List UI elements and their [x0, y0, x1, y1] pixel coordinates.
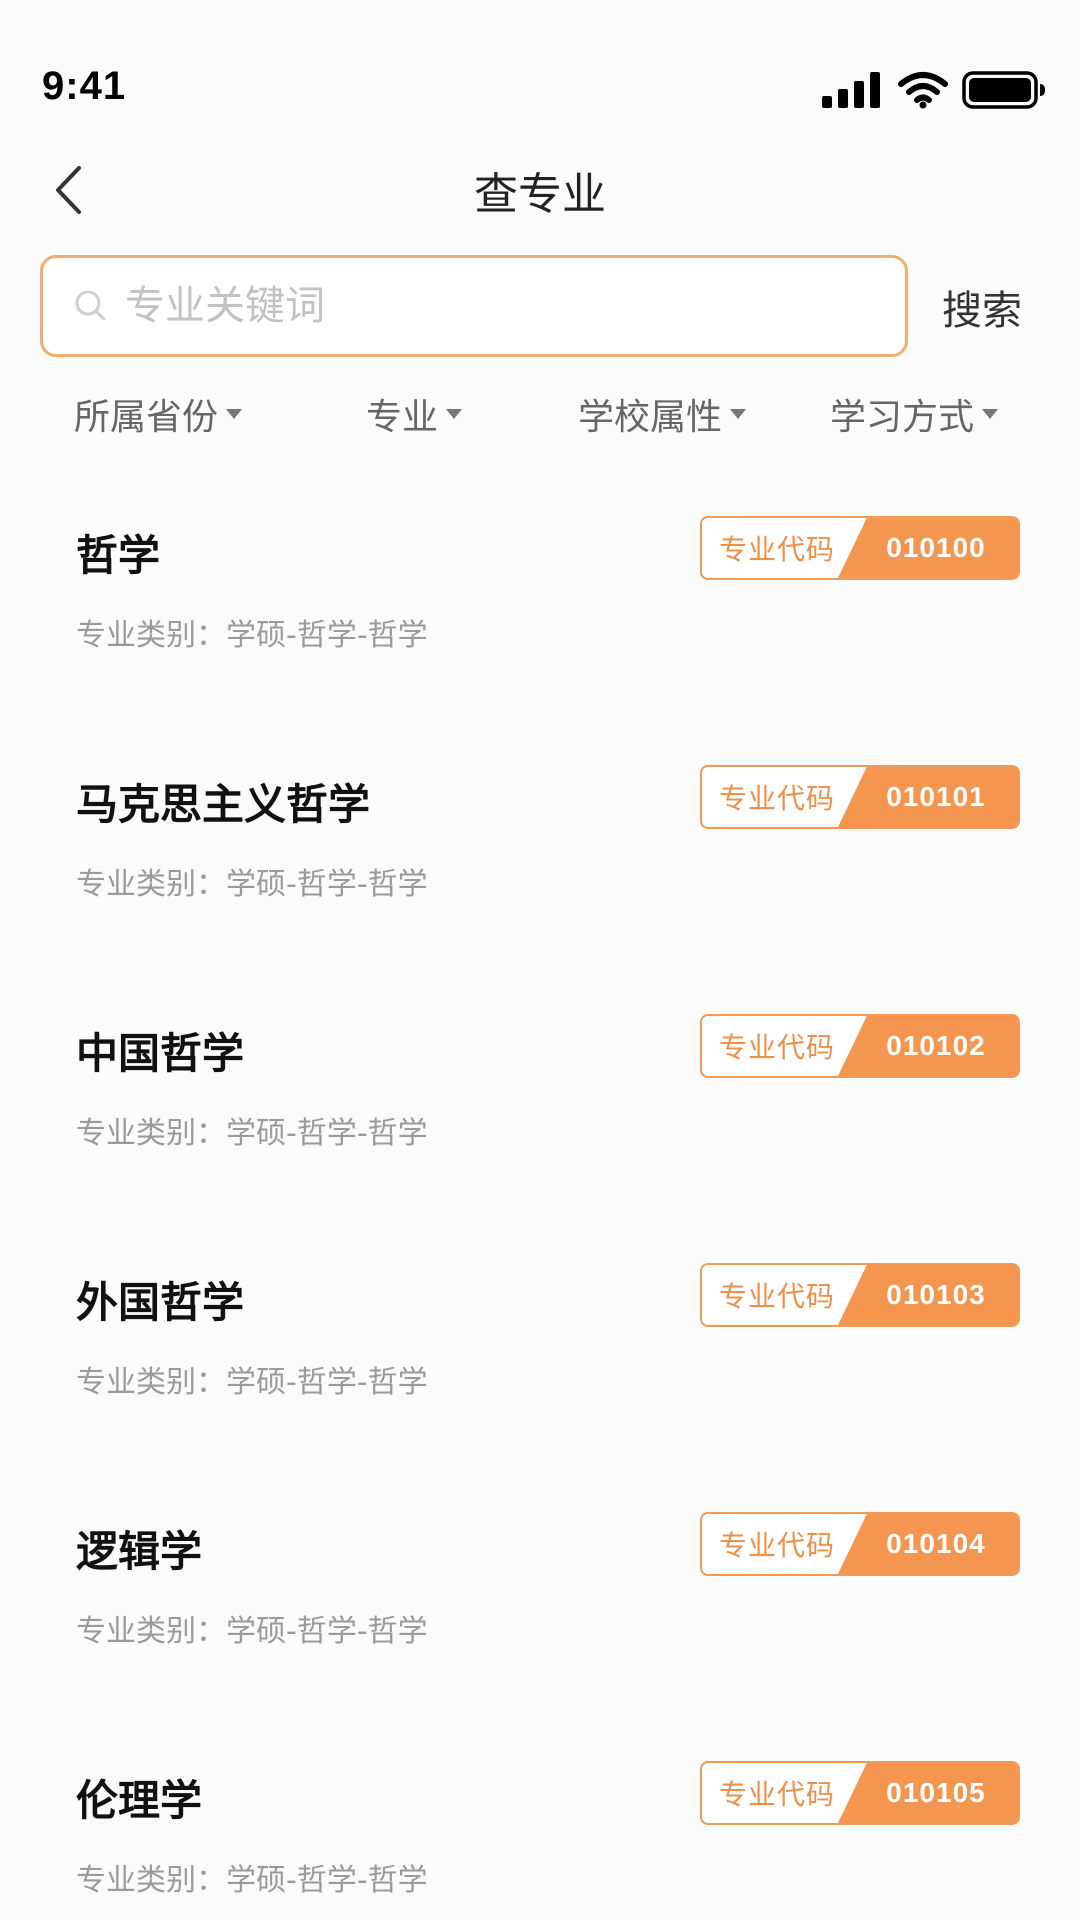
- list-item[interactable]: 逻辑学 专业代码 010104 专业类别：学硕-哲学-哲学: [0, 1496, 1080, 1745]
- code-value: 010103: [886, 1279, 986, 1310]
- code-badge: 专业代码 010101: [700, 765, 1020, 829]
- major-category: 专业类别：学硕-哲学-哲学: [76, 1116, 428, 1151]
- major-name: 哲学: [76, 531, 161, 580]
- cellular-signal-icon: [822, 72, 880, 108]
- major-name: 外国哲学: [76, 1278, 245, 1327]
- code-label: 专业代码: [718, 1529, 835, 1562]
- status-time: 9:41: [42, 64, 127, 108]
- list-item[interactable]: 伦理学 专业代码 010105 专业类别：学硕-哲学-哲学: [0, 1745, 1080, 1920]
- filter-study-mode[interactable]: 学习方式: [830, 388, 999, 440]
- code-label: 专业代码: [718, 1031, 835, 1064]
- list-item[interactable]: 中国哲学 专业代码 010102 专业类别：学硕-哲学-哲学: [0, 998, 1080, 1247]
- major-name: 中国哲学: [76, 1029, 245, 1078]
- code-badge: 专业代码 010105: [700, 1761, 1020, 1825]
- code-label: 专业代码: [718, 1280, 835, 1313]
- search-icon: [73, 288, 109, 324]
- major-category: 专业类别：学硕-哲学-哲学: [76, 1365, 428, 1400]
- code-label: 专业代码: [718, 782, 835, 815]
- status-bar: 9:41: [0, 0, 1080, 120]
- wifi-icon: [898, 72, 948, 109]
- major-name: 伦理学: [76, 1776, 203, 1825]
- filter-label: 所属省份: [74, 397, 219, 438]
- code-value: 010102: [886, 1030, 986, 1061]
- filter-label: 学校属性: [578, 397, 723, 438]
- code-value: 010105: [886, 1777, 986, 1808]
- caret-down-icon: [226, 409, 243, 419]
- status-icons: [822, 70, 1046, 110]
- list-item[interactable]: 哲学 专业代码 010100 专业类别：学硕-哲学-哲学: [0, 500, 1080, 749]
- nav-bar: 查专业: [0, 140, 1080, 240]
- major-name: 马克思主义哲学: [76, 780, 371, 829]
- battery-icon: [962, 71, 1045, 109]
- caret-down-icon: [982, 409, 999, 419]
- search-button[interactable]: 搜索: [942, 278, 1022, 336]
- code-label: 专业代码: [718, 533, 835, 566]
- code-value: 010104: [886, 1528, 986, 1559]
- major-category: 专业类别：学硕-哲学-哲学: [76, 1614, 428, 1649]
- major-category: 专业类别：学硕-哲学-哲学: [76, 618, 428, 653]
- screen: 9:41 查专业 专业关键词 搜索 所属省份 专业 学校属性 学习方式 哲学 专…: [0, 0, 1080, 1920]
- page-title: 查专业: [474, 169, 606, 220]
- filter-label: 学习方式: [830, 397, 975, 438]
- filter-province[interactable]: 所属省份: [74, 388, 243, 440]
- major-category: 专业类别：学硕-哲学-哲学: [76, 867, 428, 902]
- list-item[interactable]: 马克思主义哲学 专业代码 010101 专业类别：学硕-哲学-哲学: [0, 749, 1080, 998]
- filter-bar: 所属省份 专业 学校属性 学习方式: [0, 380, 1080, 450]
- code-value: 010100: [886, 532, 986, 563]
- filter-major[interactable]: 专业: [366, 388, 463, 440]
- code-badge: 专业代码 010102: [700, 1014, 1020, 1078]
- list-item[interactable]: 外国哲学 专业代码 010103 专业类别：学硕-哲学-哲学: [0, 1247, 1080, 1496]
- caret-down-icon: [446, 409, 463, 419]
- major-name: 逻辑学: [76, 1527, 203, 1576]
- search-box[interactable]: [40, 255, 908, 357]
- search-input[interactable]: [125, 283, 905, 329]
- code-badge: 专业代码 010100: [700, 516, 1020, 580]
- major-list: 哲学 专业代码 010100 专业类别：学硕-哲学-哲学 马克思主义哲学 专业代…: [0, 500, 1080, 1920]
- code-value: 010101: [886, 781, 986, 812]
- caret-down-icon: [730, 409, 747, 419]
- code-badge: 专业代码 010103: [700, 1263, 1020, 1327]
- code-label: 专业代码: [718, 1778, 835, 1811]
- filter-label: 专业: [366, 397, 439, 438]
- major-category: 专业类别：学硕-哲学-哲学: [76, 1863, 428, 1898]
- filter-school-type[interactable]: 学校属性: [578, 388, 747, 440]
- code-badge: 专业代码 010104: [700, 1512, 1020, 1576]
